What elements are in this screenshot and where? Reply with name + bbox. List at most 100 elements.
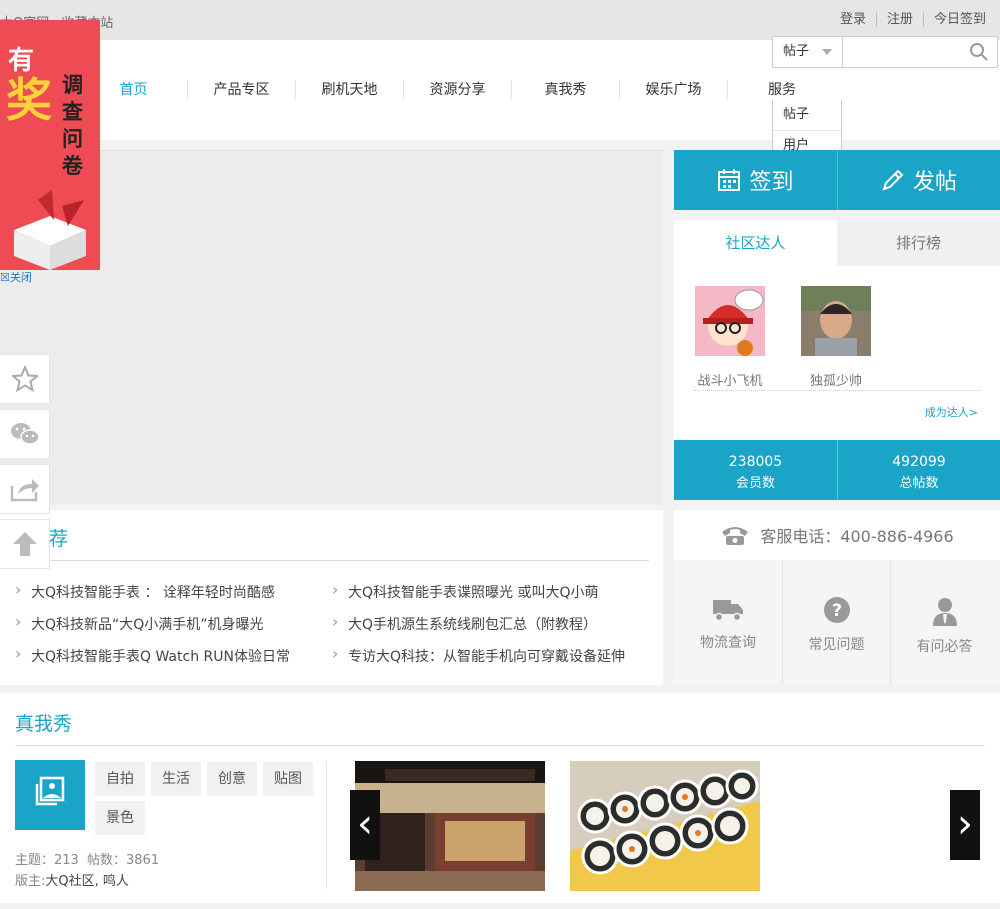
nav-item-service[interactable]: 服务 bbox=[728, 80, 836, 100]
members-count: 238005 bbox=[728, 454, 783, 470]
posts-count: 492099 bbox=[892, 454, 946, 470]
tag-scenery[interactable]: 景色 bbox=[95, 801, 145, 835]
truck-icon bbox=[713, 600, 743, 622]
nav-item-products[interactable]: 产品专区 bbox=[188, 80, 296, 100]
service-phone: 客服电话：400-886-4966 bbox=[674, 510, 1000, 560]
nav-items: 首页 产品专区 刷机天地 资源分享 真我秀 娱乐广场 服务 bbox=[80, 80, 836, 100]
tab-ranking[interactable]: 排行榜 bbox=[837, 220, 1000, 266]
tab-community-experts[interactable]: 社区达人 bbox=[674, 220, 837, 266]
action-bar: 签到 发帖 bbox=[674, 150, 1000, 210]
recommend-item[interactable]: 大Q科技新品“大Q小满手机”机身曝光 bbox=[15, 612, 290, 646]
nav-item-flash[interactable]: 刷机天地 bbox=[296, 80, 404, 100]
register-link[interactable]: 注册 bbox=[875, 12, 923, 27]
close-icon: ☒ bbox=[0, 271, 10, 284]
divider bbox=[694, 390, 980, 391]
expert-name: 独孤少帅 bbox=[809, 374, 862, 389]
posts-stat: 492099 总帖数 bbox=[837, 440, 1000, 500]
recommend-list-right: 大Q科技智能手表谍照曝光 或叫大Q小萌 大Q手机源生系统线刷包汇总（附教程） 专… bbox=[332, 580, 625, 678]
carousel-next-button[interactable]: › bbox=[950, 790, 980, 860]
arrow-up-icon bbox=[12, 532, 37, 556]
new-post-button[interactable]: 发帖 bbox=[837, 150, 1000, 210]
calendar-icon bbox=[718, 169, 741, 191]
moderator-names[interactable]: 大Q社区, 鸣人 bbox=[45, 874, 129, 889]
tag-selfie[interactable]: 自拍 bbox=[95, 762, 145, 796]
divider bbox=[15, 560, 649, 561]
service-phone-text: 客服电话：400-886-4966 bbox=[760, 527, 954, 546]
recommend-item[interactable]: 大Q科技智能手表Q Watch RUN体验日常 bbox=[15, 644, 290, 678]
service-logistics[interactable]: 物流查询 bbox=[674, 560, 782, 685]
recommend-item[interactable]: 大Q科技智能手表谍照曝光 或叫大Q小萌 bbox=[332, 580, 625, 614]
search-icon[interactable] bbox=[969, 42, 989, 66]
phone-icon bbox=[722, 527, 749, 545]
sign-in-button[interactable]: 签到 bbox=[674, 150, 837, 210]
become-expert-link[interactable]: 成为达人> bbox=[925, 404, 978, 420]
nav-item-show[interactable]: 真我秀 bbox=[512, 80, 620, 100]
recommend-item[interactable]: 大Q手机源生系统线刷包汇总（附教程） bbox=[332, 612, 625, 646]
tag-creative[interactable]: 创意 bbox=[207, 762, 257, 796]
gift-box-icon bbox=[14, 190, 86, 270]
service-faq-label: 常见问题 bbox=[808, 637, 865, 653]
service-answers[interactable]: 有问必答 bbox=[890, 560, 998, 685]
community-stats: 238005 会员数 492099 总帖数 bbox=[674, 440, 1000, 500]
recommend-item[interactable]: 大Q科技智能手表 ： 诠释年轻时尚酷感 bbox=[15, 580, 290, 614]
new-post-label: 发帖 bbox=[912, 170, 957, 195]
show-meta: 主题：213 帖数：3861 版主:大Q社区, 鸣人 bbox=[15, 850, 159, 892]
show-photo[interactable] bbox=[570, 761, 760, 891]
expert-user[interactable]: 独孤少帅 bbox=[800, 286, 872, 389]
posts-label: 帖数： bbox=[86, 853, 126, 868]
tea-shop-photo bbox=[355, 761, 545, 891]
favorite-side-button[interactable] bbox=[0, 354, 50, 404]
wechat-icon bbox=[10, 423, 40, 445]
posts-count: 3861 bbox=[126, 853, 160, 868]
show-photo[interactable] bbox=[355, 761, 545, 891]
dropdown-option-posts[interactable]: 帖子 bbox=[773, 100, 841, 130]
service-answers-label: 有问必答 bbox=[916, 639, 973, 655]
user-icon bbox=[932, 598, 957, 626]
chevron-down-icon bbox=[822, 49, 832, 55]
expert-name: 战斗小飞机 bbox=[697, 374, 763, 389]
search-box: 帖子 bbox=[772, 36, 998, 68]
service-grid: 物流查询 ? 常见问题 有问必答 bbox=[674, 560, 1000, 685]
service-faq[interactable]: ? 常见问题 bbox=[782, 560, 890, 685]
moderator-label: 版主: bbox=[15, 874, 46, 889]
service-panel: 客服电话：400-886-4966 物流查询 ? 常见问题 有问必答 bbox=[674, 510, 1000, 685]
show-counts: 主题：213 帖数：3861 bbox=[15, 850, 159, 871]
nav-item-resources[interactable]: 资源分享 bbox=[404, 80, 512, 100]
search-type-select[interactable]: 帖子 bbox=[773, 37, 843, 67]
topics-count: 213 bbox=[54, 853, 79, 868]
expert-list: 战斗小飞机 独孤少帅 bbox=[694, 286, 872, 389]
top-bar: 大Q官网 收藏本站 登录 注册 今日签到 bbox=[0, 0, 1000, 40]
photos-icon bbox=[35, 776, 65, 806]
community-tabs: 社区达人 排行榜 bbox=[674, 220, 1000, 266]
back-to-top-button[interactable] bbox=[0, 519, 50, 569]
nav-item-entertainment[interactable]: 娱乐广场 bbox=[620, 80, 728, 100]
ad-close-button[interactable]: ☒关闭 bbox=[0, 269, 32, 285]
survey-ad[interactable]: 有 奖 调查问卷 bbox=[0, 20, 100, 270]
service-logistics-label: 物流查询 bbox=[700, 635, 756, 651]
show-board-icon[interactable] bbox=[15, 760, 85, 830]
wechat-side-button[interactable] bbox=[0, 409, 50, 459]
posts-label: 总帖数 bbox=[899, 476, 939, 491]
ad-text-3: 调查问卷 bbox=[62, 73, 83, 178]
star-icon bbox=[11, 366, 38, 392]
show-title: 真我秀 bbox=[15, 713, 73, 735]
ad-text-2: 奖 bbox=[6, 73, 52, 127]
login-link[interactable]: 登录 bbox=[830, 12, 876, 27]
recommend-section: 推荐 大Q科技智能手表 ： 诠释年轻时尚酷感 大Q科技新品“大Q小满手机”机身曝… bbox=[0, 510, 663, 685]
show-tags: 自拍 生活 创意 贴图 景色 bbox=[95, 762, 325, 840]
ad-close-label: 关闭 bbox=[9, 271, 32, 284]
pencil-icon bbox=[882, 169, 904, 191]
recommend-item[interactable]: 专访大Q科技：从智能手机向可穿戴设备延伸 bbox=[332, 644, 625, 678]
expert-user[interactable]: 战斗小飞机 bbox=[694, 286, 766, 389]
tag-stickers[interactable]: 贴图 bbox=[263, 762, 313, 796]
carousel-prev-button[interactable]: ‹ bbox=[350, 790, 380, 860]
avatar bbox=[695, 286, 765, 356]
show-section: 真我秀 自拍 生活 创意 贴图 景色 主题：213 帖数：3861 版主:大Q社… bbox=[0, 693, 1000, 903]
share-side-button[interactable] bbox=[0, 464, 50, 514]
sushi-photo bbox=[570, 761, 760, 891]
daily-checkin-link[interactable]: 今日签到 bbox=[922, 12, 996, 27]
tag-life[interactable]: 生活 bbox=[151, 762, 201, 796]
moderators: 版主:大Q社区, 鸣人 bbox=[15, 871, 159, 892]
sign-in-label: 签到 bbox=[749, 170, 794, 195]
avatar bbox=[801, 286, 871, 356]
